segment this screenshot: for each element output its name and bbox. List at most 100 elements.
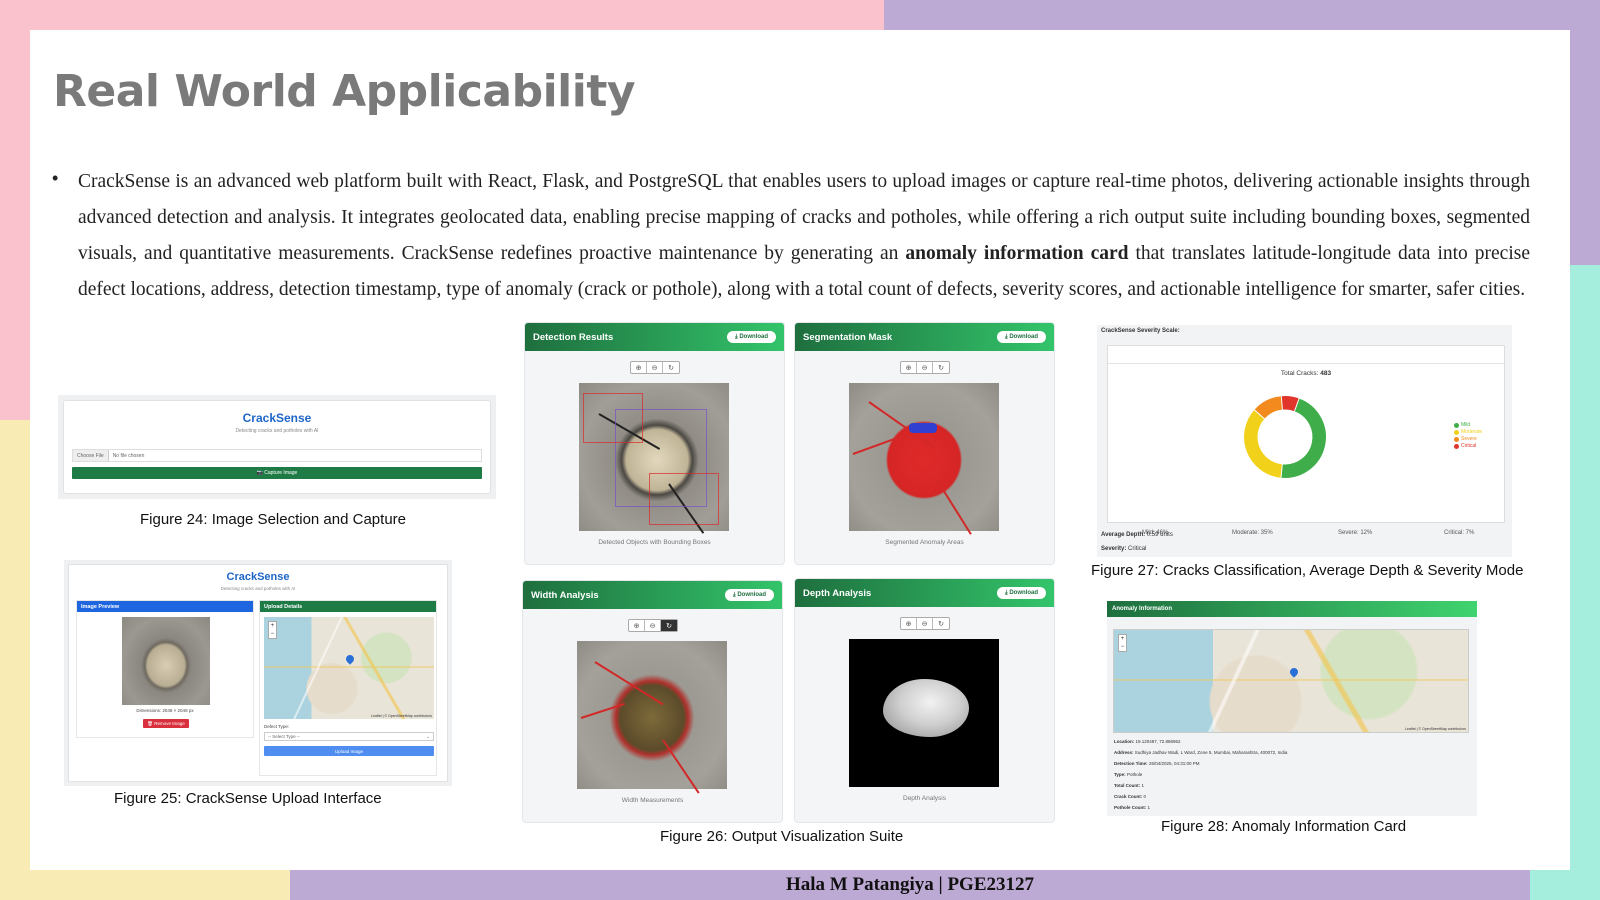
- depth-analysis-card: Depth Analysis ⤓ Download ⊕ ⊖ ↻ Depth An…: [794, 578, 1055, 823]
- legend-item-mild: Mild: [1454, 422, 1482, 429]
- card-title: Width Analysis: [531, 589, 599, 601]
- info-pothole-count: Pothole Count: 1: [1114, 805, 1150, 810]
- defect-type-label: Defect Type:: [264, 724, 290, 729]
- info-crack-count: Crack Count: 0: [1114, 794, 1146, 799]
- zoom-controls: ⊕ ⊖ ↻: [630, 361, 680, 374]
- info-location: Location: 19.120487, 72.886962: [1114, 739, 1181, 744]
- anomaly-location-map[interactable]: + − Leaflet | © OpenStreetMap contributor…: [1113, 629, 1469, 733]
- defect-type-selected: -- Select Type --: [268, 734, 300, 739]
- total-count-label: Total Count:: [1114, 783, 1141, 788]
- zoom-in-icon[interactable]: ⊕: [631, 362, 647, 373]
- zoom-controls: ⊕ ⊖ ↻: [900, 617, 950, 630]
- legend-label: Moderate: [1461, 429, 1483, 435]
- legend-label: Severe: [1461, 436, 1477, 442]
- figure-24-caption: Figure 24: Image Selection and Capture: [140, 511, 406, 528]
- zoom-in-icon[interactable]: +: [1121, 636, 1125, 642]
- card-caption: Depth Analysis: [903, 795, 946, 802]
- frame-mint-right: [1570, 265, 1600, 900]
- mask-highlight: [909, 423, 937, 433]
- time-label: Detection Time:: [1114, 761, 1148, 766]
- reset-icon[interactable]: ↻: [663, 362, 679, 373]
- zoom-controls: ⊕ ⊖ ↻: [900, 361, 950, 374]
- capture-panel: CrackSense Detecting cracks and potholes…: [63, 400, 491, 494]
- card-caption: Detected Objects with Bounding Boxes: [598, 539, 711, 546]
- card-title: Segmentation Mask: [803, 331, 893, 343]
- file-input[interactable]: Choose File No file chosen: [72, 449, 482, 462]
- zoom-out-icon[interactable]: ⊖: [647, 362, 663, 373]
- total-cracks-value: 483: [1320, 370, 1332, 377]
- crack-mask: [852, 437, 897, 455]
- download-button[interactable]: ⤓ Download: [727, 331, 776, 343]
- width-line: [594, 661, 664, 706]
- frame-yellow-left: [0, 420, 30, 900]
- info-total-count: Total Count: 1: [1114, 783, 1144, 788]
- anomaly-card-header: Anomaly Information: [1107, 601, 1477, 617]
- card-caption: Segmented Anomaly Areas: [885, 539, 964, 546]
- frame-pink-top: [0, 0, 884, 30]
- figure-image-selection: CrackSense Detecting cracks and potholes…: [58, 395, 496, 499]
- map-zoom-control[interactable]: + −: [268, 621, 277, 639]
- image-preview-header: Image Preview: [77, 601, 253, 612]
- figure-25-caption: Figure 25: CrackSense Upload Interface: [114, 790, 382, 807]
- download-button[interactable]: ⤓ Download: [997, 331, 1046, 343]
- zoom-out-icon[interactable]: ⊖: [917, 618, 933, 629]
- figure-28-caption: Figure 28: Anomaly Information Card: [1161, 818, 1407, 835]
- upload-details-header: Upload Details: [260, 601, 436, 612]
- frame-pink-left: [0, 0, 30, 420]
- download-button[interactable]: ⤓ Download: [997, 587, 1046, 599]
- upload-image-button[interactable]: Upload Image: [264, 746, 434, 756]
- severity: Severity: Critical: [1101, 546, 1146, 552]
- zoom-out-icon[interactable]: ⊖: [645, 620, 661, 631]
- brand-tagline: Detecting cracks and potholes with AI: [220, 586, 296, 591]
- reset-icon[interactable]: ↻: [661, 620, 677, 631]
- card-title: Depth Analysis: [803, 587, 872, 599]
- chevron-down-icon: ⌄: [426, 733, 430, 739]
- zoom-out-icon[interactable]: −: [271, 631, 275, 637]
- choose-file-button[interactable]: Choose File: [73, 450, 109, 461]
- total-cracks: Total Cracks: 483: [1108, 370, 1504, 377]
- pct-label-severe: Severe: 12%: [1338, 530, 1373, 536]
- bullet-icon: •: [52, 168, 59, 188]
- info-address: Address: Sudhiya Jadhav Wadi, L Ward, Zo…: [1114, 750, 1287, 755]
- severity-scale-figure: CrackSense Severity Scale: Total Cracks:…: [1097, 325, 1512, 557]
- zoom-out-icon[interactable]: ⊖: [917, 362, 933, 373]
- frame-mint-bottom: [1530, 870, 1600, 900]
- upload-panel: CrackSense Detecting cracks and potholes…: [68, 564, 448, 782]
- info-type: Type: Pothole: [1114, 772, 1142, 777]
- brand-logo: CrackSense: [226, 571, 290, 583]
- card-caption: Width Measurements: [621, 797, 684, 804]
- crack-count-value: 0: [1143, 794, 1147, 799]
- severity-donut-chart: [1243, 395, 1327, 479]
- legend-item-moderate: Moderate: [1454, 429, 1482, 436]
- frame-purple-top: [884, 0, 1600, 30]
- legend-swatch: [1454, 423, 1459, 428]
- defect-type-select[interactable]: -- Select Type -- ⌄: [264, 732, 434, 741]
- map-pin-icon: [1288, 666, 1300, 678]
- zoom-in-icon[interactable]: +: [271, 623, 275, 629]
- donut-slice-moderate: [1243, 408, 1283, 479]
- zoom-in-icon[interactable]: ⊕: [901, 362, 917, 373]
- zoom-in-icon[interactable]: ⊕: [629, 620, 645, 631]
- reset-icon[interactable]: ↻: [933, 362, 949, 373]
- legend-swatch: [1454, 444, 1459, 449]
- legend-item-critical: Critical: [1454, 443, 1482, 450]
- chart-legend: Mild Moderate Severe Critical: [1454, 422, 1482, 450]
- legend-item-severe: Severe: [1454, 436, 1482, 443]
- width-line: [580, 702, 626, 719]
- capture-image-button[interactable]: 📷 Capture Image: [72, 467, 482, 479]
- remove-image-button[interactable]: 🗑 Remove Image: [143, 719, 189, 728]
- card-title: Detection Results: [533, 331, 614, 343]
- map-zoom-control[interactable]: + −: [1118, 634, 1127, 652]
- reset-icon[interactable]: ↻: [933, 618, 949, 629]
- pct-label-critical: Critical: 7%: [1444, 530, 1475, 536]
- download-button[interactable]: ⤓ Download: [725, 589, 774, 601]
- zoom-in-icon[interactable]: ⊕: [901, 618, 917, 629]
- location-map[interactable]: + − Leaflet | © OpenStreetMap contributor…: [264, 617, 434, 719]
- total-count-value: 1: [1141, 783, 1144, 788]
- zoom-controls: ⊕ ⊖ ↻: [628, 619, 678, 632]
- crack-mask: [936, 479, 972, 535]
- depth-map-region: [883, 679, 969, 737]
- slide-title: Real World Applicability: [53, 66, 636, 117]
- detection-image: [579, 383, 729, 534]
- zoom-out-icon[interactable]: −: [1121, 644, 1125, 650]
